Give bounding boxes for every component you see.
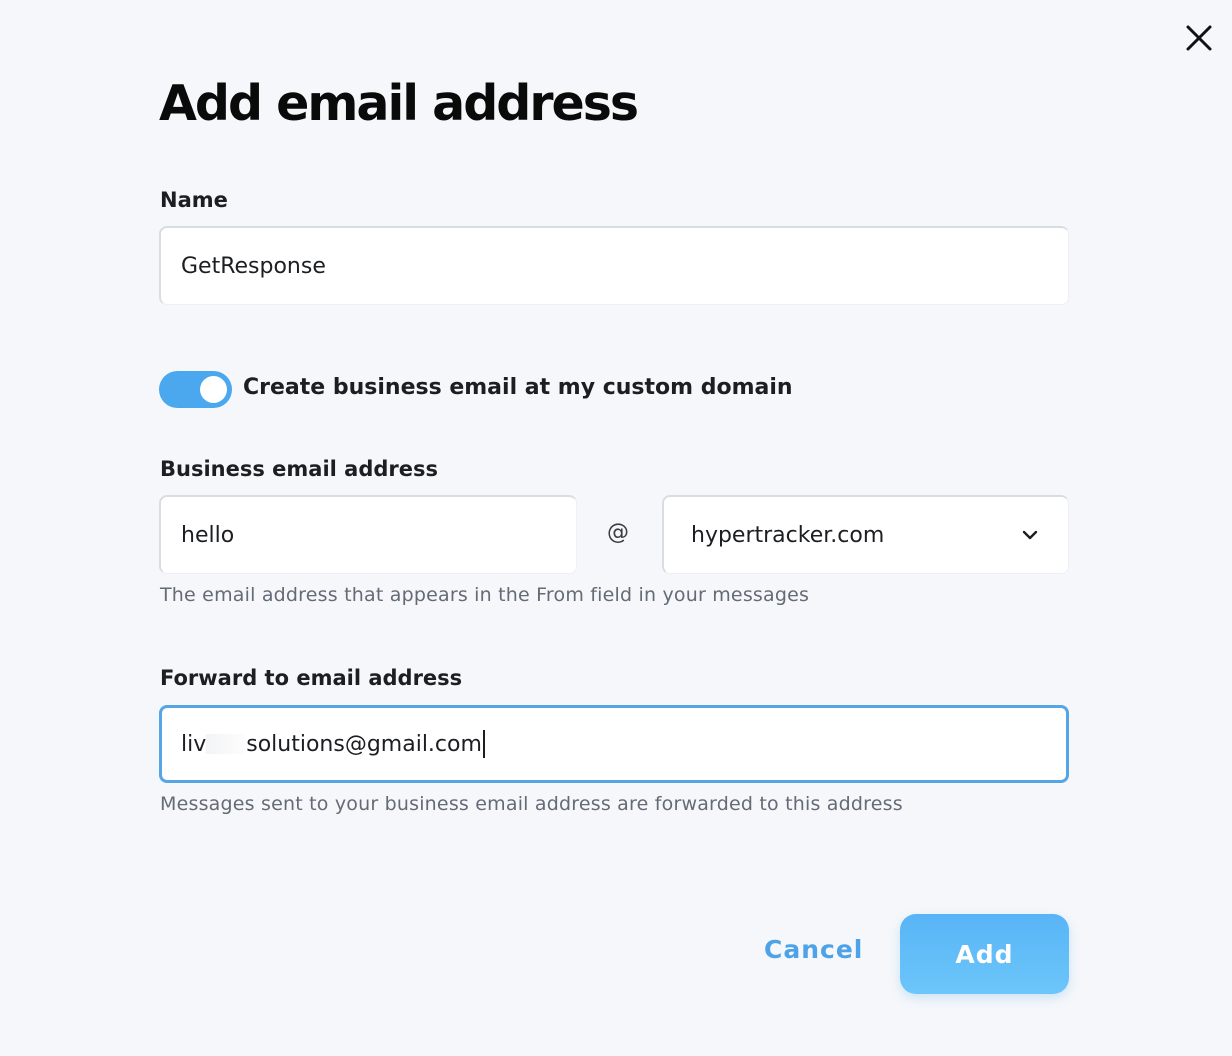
name-label: Name <box>160 188 228 212</box>
chevron-down-icon <box>1022 530 1038 540</box>
name-input[interactable]: GetResponse <box>159 226 1069 305</box>
business-email-label: Business email address <box>160 457 438 481</box>
at-symbol: @ <box>607 520 629 545</box>
cancel-button[interactable]: Cancel <box>764 935 863 964</box>
text-cursor <box>482 730 485 758</box>
domain-select[interactable]: hypertracker.com <box>662 495 1069 574</box>
custom-domain-toggle[interactable] <box>159 371 232 408</box>
business-email-help: The email address that appears in the Fr… <box>160 584 810 606</box>
forward-email-value-end: solutions@gmail.com <box>246 731 482 757</box>
forward-email-label: Forward to email address <box>160 666 463 690</box>
custom-domain-toggle-label: Create business email at my custom domai… <box>243 375 793 400</box>
business-email-local-input[interactable]: hello <box>159 495 577 574</box>
add-button[interactable]: Add <box>900 914 1069 994</box>
close-icon[interactable] <box>1181 20 1217 56</box>
redacted-region <box>206 734 247 754</box>
name-input-value: GetResponse <box>181 253 326 279</box>
forward-email-help: Messages sent to your business email add… <box>160 793 903 815</box>
toggle-knob <box>200 376 227 403</box>
business-email-local-value: hello <box>181 522 235 548</box>
forward-email-input[interactable]: liv solutions@gmail.com <box>159 705 1069 783</box>
dialog-title: Add email address <box>159 75 639 132</box>
domain-select-value: hypertracker.com <box>691 522 885 548</box>
forward-email-value-start: liv <box>181 731 207 757</box>
